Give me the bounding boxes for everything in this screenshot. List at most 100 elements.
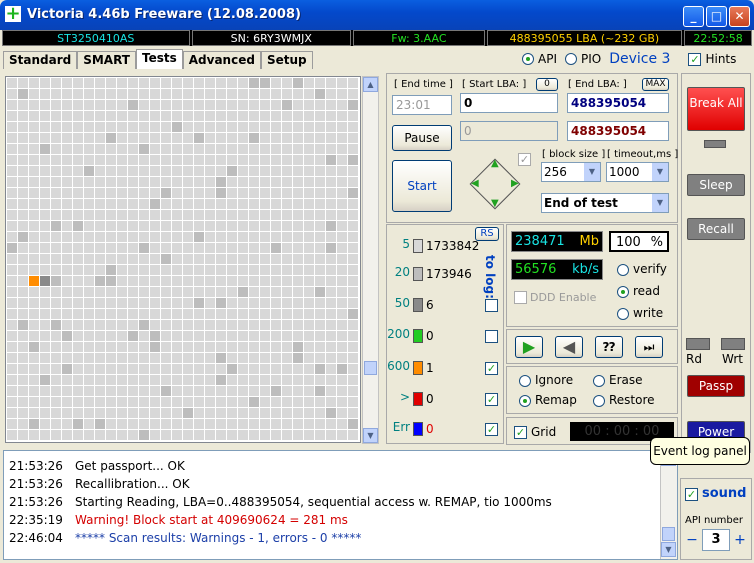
end-time-field[interactable]: 23:01: [392, 95, 452, 115]
scroll-down-button[interactable]: ▼: [363, 428, 378, 443]
block-cell: [40, 78, 50, 88]
close-button[interactable]: ✕: [729, 6, 750, 27]
break-indicator: [704, 140, 726, 148]
scroll-thumb[interactable]: [662, 527, 675, 541]
passp-button[interactable]: Passp: [687, 375, 745, 397]
block-cell: [117, 320, 127, 330]
block-cell: [282, 364, 292, 374]
sleep-button[interactable]: Sleep: [687, 174, 745, 196]
block-cell: [95, 166, 105, 176]
block-cell: [84, 386, 94, 396]
block-cell: [249, 265, 259, 275]
block-cell: [172, 298, 182, 308]
sound-checkbox[interactable]: ✓: [685, 488, 698, 501]
log-checkbox[interactable]: ✓: [485, 393, 498, 406]
ignore-radio[interactable]: [519, 375, 531, 387]
block-cell: [128, 397, 138, 407]
scroll-thumb[interactable]: [364, 361, 377, 375]
block-cell: [95, 375, 105, 385]
erase-radio[interactable]: [593, 375, 605, 387]
tab-tests[interactable]: Tests: [135, 49, 183, 69]
block-cell: [216, 419, 226, 429]
end-lba-secondary[interactable]: 488395054: [567, 121, 669, 141]
block-cell: [183, 430, 193, 440]
read-radio[interactable]: [617, 286, 629, 298]
legend-threshold: 5: [402, 237, 410, 251]
hints-checkbox[interactable]: ✓: [688, 52, 702, 66]
api-radio[interactable]: [522, 53, 534, 65]
block-cell: [194, 100, 204, 110]
block-cell: [29, 122, 39, 132]
log-scrollbar[interactable]: ▲ ▼: [660, 451, 677, 559]
block-cell: [348, 155, 358, 165]
ddd-checkbox[interactable]: [514, 291, 527, 304]
remap-radio[interactable]: [519, 395, 531, 407]
tab-standard[interactable]: Standard: [3, 51, 78, 69]
write-radio[interactable]: [617, 308, 629, 320]
block-cell: [7, 254, 17, 264]
block-cell: [216, 78, 226, 88]
end-lba-field[interactable]: 488395054: [567, 93, 669, 113]
start-lba-zero-button[interactable]: 0: [536, 78, 558, 91]
block-cell: [227, 177, 237, 187]
end-icon[interactable]: ⏭: [635, 336, 663, 358]
rewind-icon[interactable]: ◀: [555, 336, 583, 358]
pad-left-icon[interactable]: ◀: [471, 178, 479, 189]
play-icon[interactable]: ▶: [515, 336, 543, 358]
tab-setup[interactable]: Setup: [260, 51, 313, 69]
tab-smart[interactable]: SMART: [77, 51, 136, 69]
grid-scrollbar[interactable]: ▲ ▼: [362, 76, 379, 444]
block-cell: [51, 232, 61, 242]
start-lba-field[interactable]: 0: [460, 93, 558, 113]
block-cell: [7, 78, 17, 88]
block-cell: [106, 78, 116, 88]
restore-radio[interactable]: [593, 395, 605, 407]
minimize-button[interactable]: _: [683, 6, 704, 27]
pio-label: PIO: [580, 52, 602, 66]
block-cell: [172, 243, 182, 253]
end-mode-select[interactable]: End of test ▼: [541, 193, 669, 213]
pad-down-icon[interactable]: ▼: [491, 198, 499, 209]
pad-right-icon[interactable]: ▶: [511, 178, 519, 189]
maximize-button[interactable]: □: [706, 6, 727, 27]
scroll-up-button[interactable]: ▲: [363, 77, 378, 92]
pio-radio[interactable]: [564, 53, 577, 65]
block-cell: [249, 419, 259, 429]
pause-button[interactable]: Pause: [392, 125, 452, 151]
block-cell: [150, 375, 160, 385]
log-checkbox[interactable]: ✓: [485, 362, 498, 375]
block-cell: [117, 188, 127, 198]
grid-checkbox[interactable]: ✓: [514, 426, 527, 439]
block-cell: [337, 78, 347, 88]
block-size-select[interactable]: 256 ▼: [541, 162, 601, 182]
log-checkbox[interactable]: [485, 299, 498, 312]
pad-enable-checkbox[interactable]: ✓: [518, 153, 531, 166]
ignore-label: Ignore: [535, 373, 574, 387]
skip-icon[interactable]: ⁇: [595, 336, 623, 358]
block-cell: [326, 353, 336, 363]
block-cell: [95, 188, 105, 198]
block-cell: [150, 430, 160, 440]
timeout-select[interactable]: 1000 ▼: [606, 162, 669, 182]
event-log: 21:53:26 Get passport... OK 21:53:26 Recall…: [3, 450, 678, 560]
scroll-down-button[interactable]: ▼: [661, 542, 676, 557]
end-lba-max-button[interactable]: MAX: [642, 78, 669, 91]
block-cell: [29, 199, 39, 209]
api-number-field[interactable]: 3: [702, 529, 730, 551]
api-plus-button[interactable]: +: [732, 529, 748, 551]
block-cell: [315, 199, 325, 209]
direction-pad[interactable]: ▲ ▼ ◀ ▶: [465, 154, 525, 214]
block-cell: [337, 364, 347, 374]
log-checkbox[interactable]: ✓: [485, 423, 498, 436]
log-checkbox[interactable]: [485, 330, 498, 343]
legend-row: 5 1733842: [388, 237, 498, 257]
verify-radio[interactable]: [617, 264, 629, 276]
pad-up-icon[interactable]: ▲: [491, 158, 499, 169]
recall-button[interactable]: Recall: [687, 218, 745, 240]
break-all-button[interactable]: Break All: [687, 87, 745, 131]
tab-advanced[interactable]: Advanced: [182, 51, 261, 69]
api-minus-button[interactable]: −: [684, 529, 700, 551]
block-cell: [62, 364, 72, 374]
start-button[interactable]: Start: [392, 160, 452, 212]
block-cell: [7, 287, 17, 297]
